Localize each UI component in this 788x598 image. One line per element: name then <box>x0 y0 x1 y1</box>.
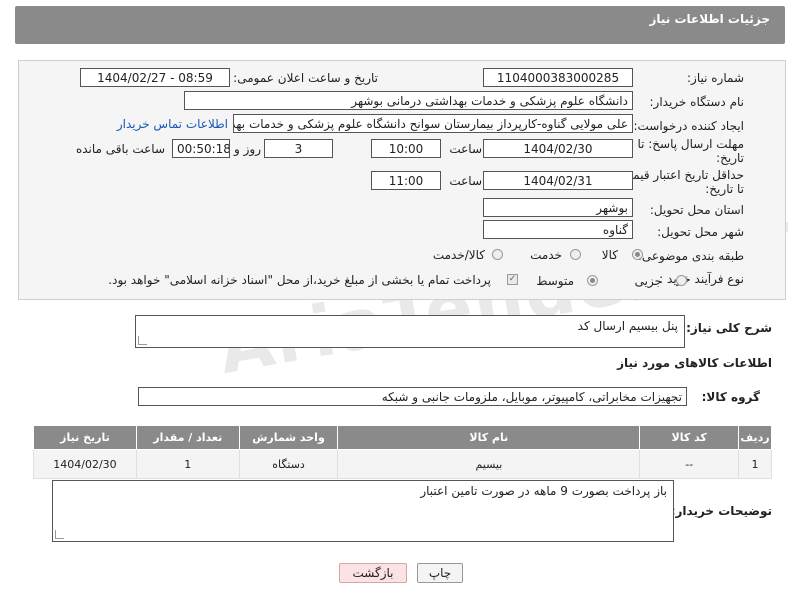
col-header-unit: واحد شمارش <box>238 425 339 450</box>
price-validity-label-line1: حداقل تاریخ اعتبار قیمت: <box>617 168 744 182</box>
items-table-header: ردیف کد کالا نام کالا واحد شمارش تعداد /… <box>33 425 772 450</box>
process-option-medium: متوسط <box>536 274 574 288</box>
need-number-label: شماره نیاز: <box>687 71 744 85</box>
resize-grip-icon[interactable] <box>138 336 147 345</box>
col-header-row-no: ردیف <box>738 425 772 450</box>
remaining-time-field: 00:50:18 <box>172 139 230 158</box>
buyer-notes-textarea: باز پرداخت بصورت 9 ماهه در صورت تامین اع… <box>52 480 674 542</box>
cell-quantity: 1 <box>135 449 240 479</box>
goods-section-title: اطلاعات کالاهای مورد نیاز <box>617 356 772 370</box>
province-field: بوشهر <box>483 198 633 217</box>
description-text: پنل بیسیم ارسال کد <box>577 319 678 333</box>
cell-need-date: 1404/02/30 <box>33 449 137 479</box>
treasury-payment-note: پرداخت تمام یا بخشی از مبلغ خرید،از محل … <box>108 273 491 287</box>
category-label: طبقه بندی موضوعی: <box>637 249 744 263</box>
category-radio-service[interactable] <box>570 249 581 260</box>
col-header-item-code: کد کالا <box>639 425 740 450</box>
cell-row-no: 1 <box>738 449 772 479</box>
buyer-notes-label: توضیحات خریدار: <box>670 504 772 518</box>
buyer-org-field: دانشگاه علوم پزشکی و خدمات بهداشتی درمان… <box>184 91 633 110</box>
deadline-time-field: 10:00 <box>371 139 441 158</box>
category-option-service: خدمت <box>530 248 562 262</box>
cell-item-name: بیسیم <box>337 449 641 479</box>
requester-field: علی مولایی گناوه-کارپرداز بیمارستان سوان… <box>233 114 633 133</box>
deadline-date-field: 1404/02/30 <box>483 139 633 158</box>
deadline-label-line1: مهلت ارسال پاسخ: تا <box>637 137 744 151</box>
province-label: استان محل تحویل: <box>649 203 744 217</box>
description-textarea: پنل بیسیم ارسال کد <box>135 315 685 348</box>
price-validity-date-field: 1404/02/31 <box>483 171 633 190</box>
back-button[interactable]: بازگشت <box>339 563 407 583</box>
process-option-minor: جزیی <box>634 274 662 288</box>
need-number-field: 1104000383000285 <box>483 68 633 87</box>
days-label: روز و <box>234 142 261 156</box>
col-header-quantity: تعداد / مقدار <box>135 425 240 450</box>
price-validity-time-label: ساعت <box>449 174 482 188</box>
remaining-time-label: ساعت باقی مانده <box>75 142 165 156</box>
print-button[interactable]: چاپ <box>417 563 463 583</box>
announce-date-field: 1404/02/27 - 08:59 <box>80 68 230 87</box>
table-row: 1 -- بیسیم دستگاه 1 1404/02/30 <box>33 449 772 479</box>
category-option-goods: کالا <box>601 248 618 262</box>
buyer-contact-link[interactable]: اطلاعات تماس خریدار <box>117 117 228 131</box>
goods-group-label: گروه کالا: <box>701 390 760 404</box>
col-header-item-name: نام کالا <box>337 425 641 450</box>
buyer-org-label: نام دستگاه خریدار: <box>649 95 745 109</box>
process-type-label: نوع فرآیند خرید : <box>659 272 744 286</box>
category-radio-goods[interactable] <box>632 249 643 260</box>
goods-group-field: تجهیزات مخابراتی، کامپیوتر، موبایل، ملزو… <box>138 387 687 406</box>
resize-grip-icon[interactable] <box>55 530 64 539</box>
announce-date-label: تاریخ و ساعت اعلان عمومی: <box>233 71 378 85</box>
treasury-payment-checkbox[interactable]: ✓ <box>507 274 518 285</box>
process-radio-minor[interactable] <box>676 275 687 286</box>
deadline-label-line2: تاریخ: <box>716 151 744 165</box>
process-radio-medium[interactable] <box>587 275 598 286</box>
city-field: گناوه <box>483 220 633 239</box>
buyer-notes-text: باز پرداخت بصورت 9 ماهه در صورت تامین اع… <box>420 484 667 498</box>
city-label: شهر محل تحویل: <box>657 225 744 239</box>
category-radio-goods-service[interactable] <box>492 249 503 260</box>
price-validity-label-line2: تا تاریخ: <box>705 182 744 196</box>
col-header-need-date: تاریخ نیاز <box>33 425 137 450</box>
category-option-goods-service: کالا/خدمت <box>432 248 485 262</box>
description-label: شرح کلی نیاز: <box>686 321 772 335</box>
deadline-time-label: ساعت <box>449 142 482 156</box>
remaining-days-field: 3 <box>264 139 333 158</box>
cell-unit: دستگاه <box>238 449 339 479</box>
page-title: جزئیات اطلاعات نیاز <box>649 12 770 26</box>
price-validity-time-field: 11:00 <box>371 171 441 190</box>
cell-item-code: -- <box>639 449 740 479</box>
requester-label: ایجاد کننده درخواست: <box>633 119 744 133</box>
items-table: ردیف کد کالا نام کالا واحد شمارش تعداد /… <box>33 425 772 479</box>
